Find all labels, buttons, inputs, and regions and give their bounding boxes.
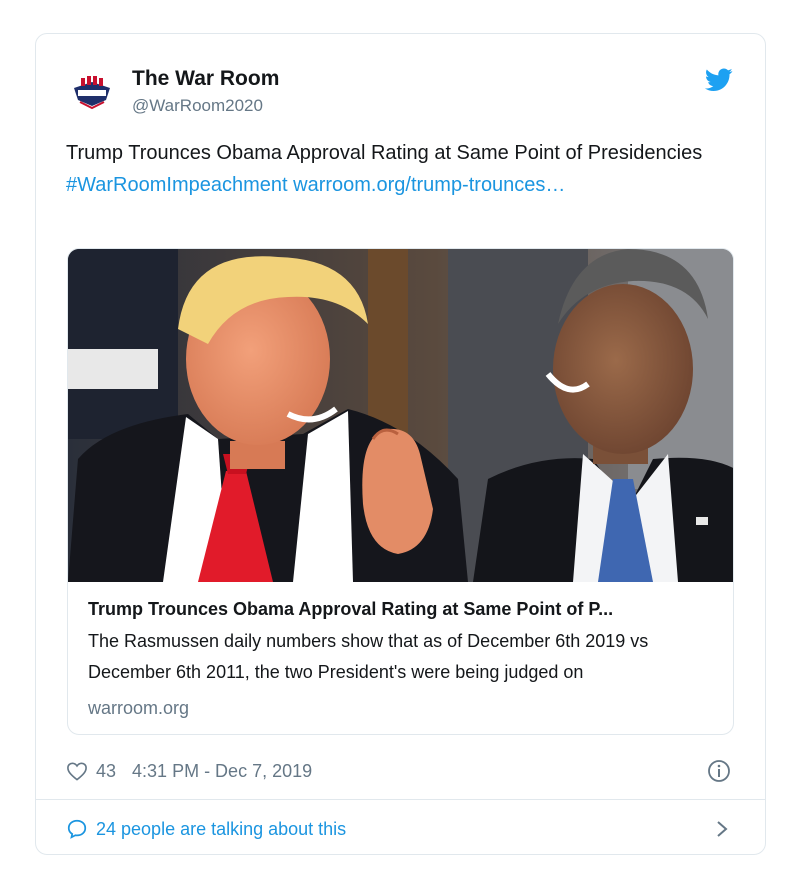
tweet-header: The War Room @WarRoom2020 bbox=[66, 62, 735, 122]
link-card[interactable]: Trump Trounces Obama Approval Rating at … bbox=[67, 248, 734, 735]
tweet-text-body: Trump Trounces Obama Approval Rating at … bbox=[66, 142, 703, 164]
chevron-right-icon[interactable] bbox=[715, 819, 729, 839]
info-icon[interactable] bbox=[707, 759, 731, 783]
card-title[interactable]: Trump Trounces Obama Approval Rating at … bbox=[88, 597, 713, 621]
card-description: The Rasmussen daily numbers show that as… bbox=[88, 631, 649, 682]
author-names: The War Room @WarRoom2020 bbox=[132, 66, 279, 118]
url-link[interactable]: warroom.org/trump-trounces… bbox=[293, 174, 565, 196]
author-handle[interactable]: @WarRoom2020 bbox=[132, 94, 279, 118]
hashtag-link[interactable]: #WarRoomImpeachment bbox=[66, 174, 288, 196]
card-image[interactable] bbox=[68, 249, 734, 582]
heart-icon[interactable] bbox=[66, 761, 88, 781]
conversation-link[interactable]: 24 people are talking about this bbox=[66, 814, 735, 844]
avatar[interactable] bbox=[66, 66, 118, 118]
author-display-name[interactable]: The War Room bbox=[132, 66, 279, 92]
twitter-bird-icon[interactable] bbox=[705, 68, 733, 92]
divider bbox=[36, 799, 765, 800]
tweet-text: Trump Trounces Obama Approval Rating at … bbox=[66, 137, 726, 201]
tweet-meta: 43 4:31 PM - Dec 7, 2019 bbox=[66, 756, 735, 786]
talking-count-text[interactable]: 24 people are talking about this bbox=[96, 819, 346, 840]
card-domain[interactable]: warroom.org bbox=[88, 696, 713, 720]
timestamp[interactable]: 4:31 PM - Dec 7, 2019 bbox=[132, 761, 312, 782]
card-body: Trump Trounces Obama Approval Rating at … bbox=[88, 597, 713, 720]
like-count[interactable]: 43 bbox=[96, 761, 116, 782]
war-room-logo-icon bbox=[66, 66, 118, 118]
tweet-embed: The War Room @WarRoom2020 Trump Trounces… bbox=[35, 33, 766, 855]
speech-bubble-icon bbox=[67, 819, 87, 839]
